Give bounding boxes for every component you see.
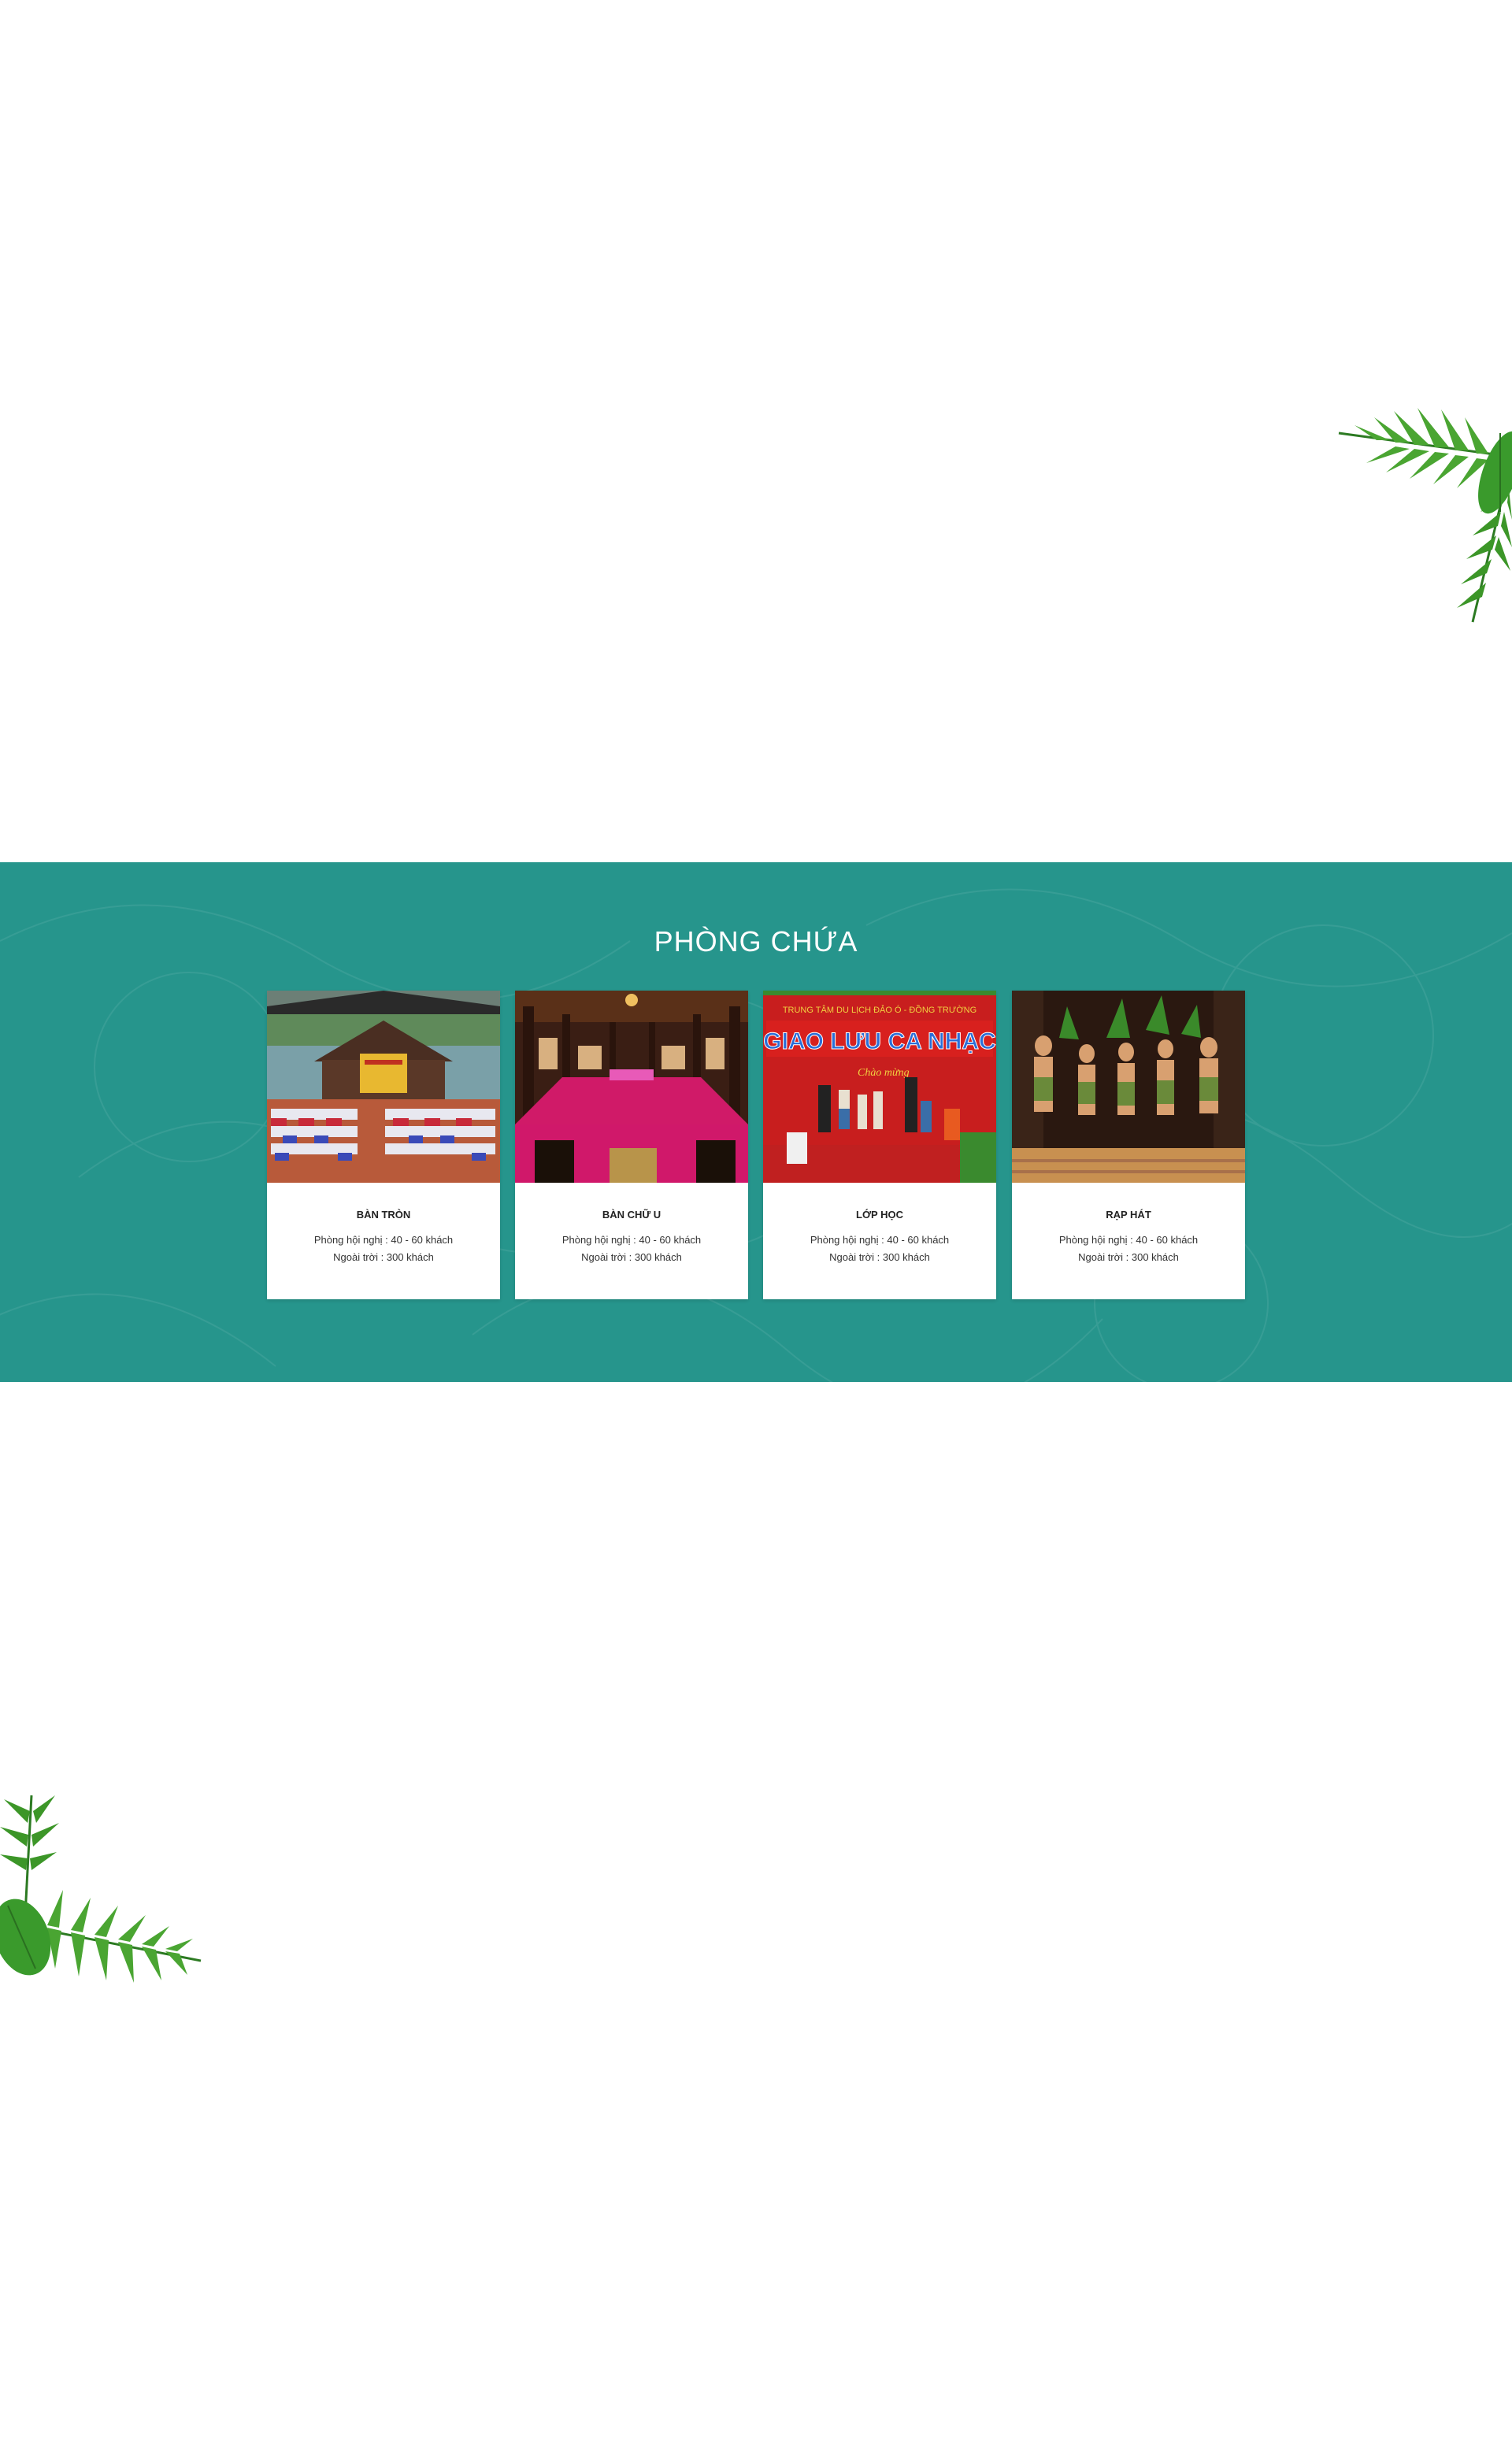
- card-capacity-indoor: Phòng hội nghị : 40 - 60 khách: [1058, 1234, 1199, 1246]
- card-capacity-indoor: Phòng hội nghị : 40 - 60 khách: [810, 1234, 950, 1246]
- card-title: LỚP HỌC: [856, 1209, 903, 1221]
- u-shape-table-photo: [515, 991, 748, 1183]
- room-card[interactable]: TRUNG TÂM DU LỊCH ĐẢO Ó - ĐỒNG TRƯỜNG GI…: [763, 991, 996, 1299]
- section-title: PHÒNG CHỨA: [654, 925, 858, 958]
- svg-text:Chào mừng: Chào mừng: [858, 1067, 910, 1079]
- music-stage-photo: TRUNG TÂM DU LỊCH ĐẢO Ó - ĐỒNG TRƯỜNG GI…: [763, 991, 996, 1183]
- room-card[interactable]: BÀN TRÒN Phòng hội nghị : 40 - 60 khách …: [267, 991, 500, 1299]
- palm-leaf-decoration-bottom-left: [0, 1787, 205, 2008]
- card-title: BÀN CHỮ U: [602, 1209, 662, 1221]
- palm-leaf-decoration-top-right: [1331, 402, 1512, 630]
- banner-top-text: TRUNG TÂM DU LỊCH ĐẢO Ó - ĐỒNG TRƯỜNG: [783, 1005, 976, 1015]
- card-title: BÀN TRÒN: [356, 1209, 411, 1221]
- room-cards: BÀN TRÒN Phòng hội nghị : 40 - 60 khách …: [267, 991, 1245, 1299]
- card-title: RẠP HÁT: [1106, 1209, 1151, 1221]
- card-capacity-indoor: Phòng hội nghị : 40 - 60 khách: [313, 1234, 454, 1246]
- card-capacity-outdoor: Ngoài trời : 300 khách: [1078, 1251, 1179, 1263]
- conference-hall-photo: [267, 991, 500, 1183]
- performers-photo: [1012, 991, 1245, 1183]
- card-capacity-outdoor: Ngoài trời : 300 khách: [581, 1251, 682, 1263]
- card-capacity-indoor: Phòng hội nghị : 40 - 60 khách: [561, 1234, 702, 1246]
- card-capacity-outdoor: Ngoài trời : 300 khách: [829, 1251, 930, 1263]
- banner-main-text: GIAO LƯU CA NHẠC: [763, 1028, 995, 1054]
- card-capacity-outdoor: Ngoài trời : 300 khách: [333, 1251, 434, 1263]
- room-card[interactable]: BÀN CHỮ U Phòng hội nghị : 40 - 60 khách…: [515, 991, 748, 1299]
- room-card[interactable]: RẠP HÁT Phòng hội nghị : 40 - 60 khách N…: [1012, 991, 1245, 1299]
- rooms-section: PHÒNG CHỨA BÀN TRÒN Phòng hội nghị: 40 …: [0, 862, 1512, 1382]
